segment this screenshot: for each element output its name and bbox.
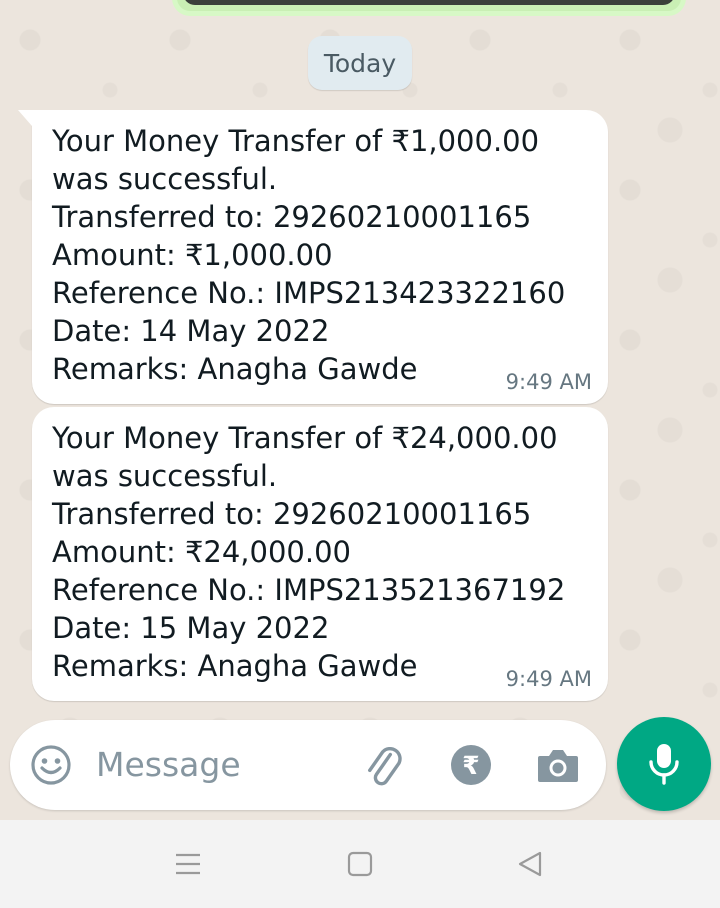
message-composer[interactable]: Message ₹ — [10, 720, 606, 810]
message-line: Date: 15 May 2022 — [52, 611, 330, 645]
message-line: Reference No.: IMPS213521367192 — [52, 573, 566, 607]
message-bubble[interactable]: Your Money Transfer of ₹24,000.00 was su… — [32, 407, 608, 701]
message-bubble[interactable]: Your Money Transfer of ₹1,000.00 was suc… — [18, 110, 608, 404]
message-timestamp: 9:49 AM — [505, 370, 592, 394]
voice-record-button[interactable] — [617, 717, 711, 811]
rupee-payment-icon[interactable]: ₹ — [450, 744, 492, 786]
message-line: Transferred to: 29260210001165 — [52, 497, 532, 531]
date-separator: Today — [308, 36, 412, 90]
message-line: Your Money Transfer of ₹1,000.00 — [52, 124, 540, 158]
message-line: Transferred to: 29260210001165 — [52, 200, 532, 234]
camera-icon[interactable] — [536, 744, 580, 786]
message-line: Your Money Transfer of ₹24,000.00 — [52, 421, 558, 455]
system-navigation-bar — [0, 820, 720, 908]
svg-text:₹: ₹ — [462, 751, 479, 780]
back-icon[interactable] — [516, 850, 544, 878]
menu-icon[interactable] — [174, 850, 202, 878]
message-line: Reference No.: IMPS213423322160 — [52, 276, 566, 310]
message-line: was successful. — [52, 459, 278, 493]
home-icon[interactable] — [346, 850, 374, 878]
message-input[interactable]: Message — [96, 744, 241, 786]
mic-icon — [649, 744, 679, 785]
message-timestamp: 9:49 AM — [505, 667, 592, 691]
message-line: Amount: ₹1,000.00 — [52, 238, 333, 272]
media-thumbnail[interactable] — [183, 0, 675, 5]
emoji-icon[interactable] — [30, 744, 72, 786]
previous-media-message[interactable] — [172, 0, 686, 16]
message-line: Amount: ₹24,000.00 — [52, 535, 351, 569]
bubble-tail — [18, 110, 32, 126]
message-line: was successful. — [52, 162, 278, 196]
attach-icon[interactable] — [360, 742, 406, 788]
message-line: Date: 14 May 2022 — [52, 314, 330, 348]
